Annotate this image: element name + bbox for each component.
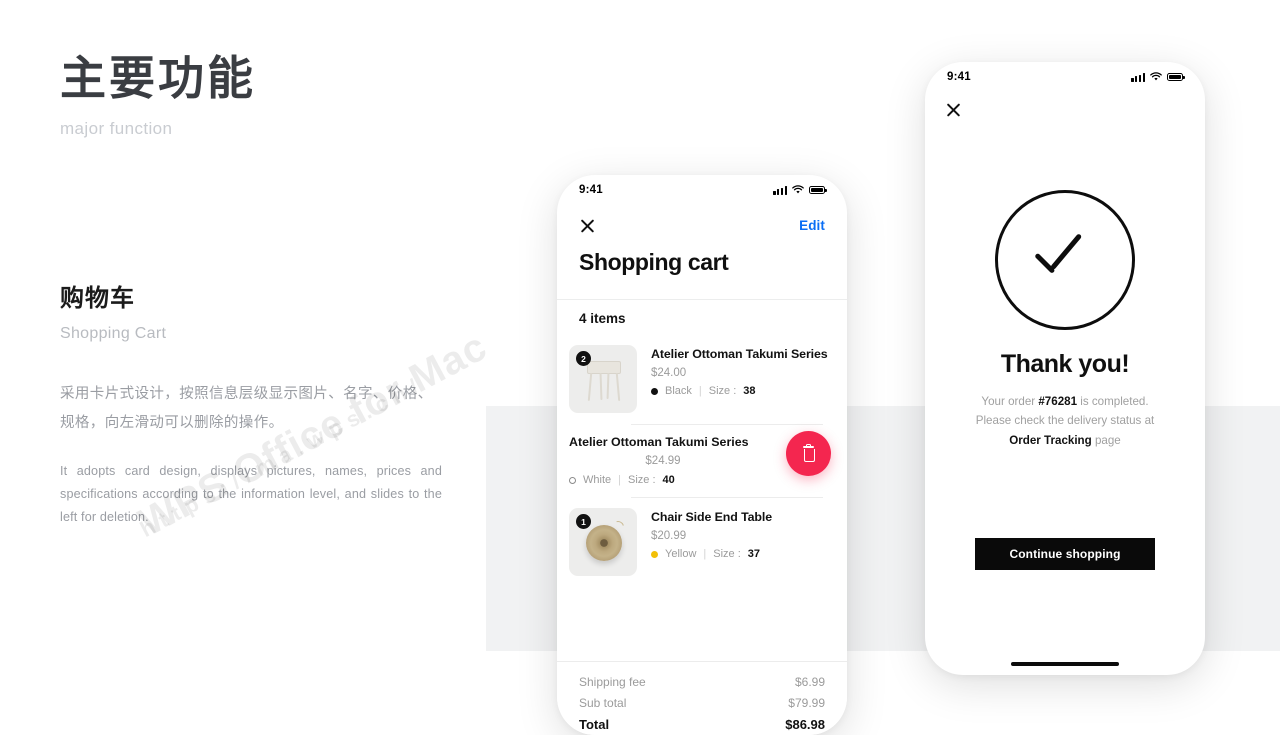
totals-value: $6.99 [794,675,825,689]
page-heading-block: 主要功能 major function [60,52,460,139]
totals-label: Shipping fee [579,675,646,689]
battery-full-icon [809,185,827,195]
cart-item-row[interactable]: 2 Atelier Ottoman Takumi Series $24.00 B… [557,335,847,425]
product-thumbnail: 1 [569,508,637,576]
signal-bars-icon [773,185,787,195]
attribute-separator: | [703,548,707,560]
product-attributes: Black | Size : 38 [651,385,835,397]
home-indicator [1011,661,1119,666]
page-word-text: page [1091,433,1121,447]
trash-icon [802,443,816,462]
cart-totals-panel: Shipping fee $6.99 Sub total $79.99 Tota… [557,661,847,735]
check-circle-icon [995,190,1135,330]
product-color: Black [665,385,692,397]
cart-navigation-bar: Edit [557,209,847,241]
cart-header-divider [557,299,847,300]
status-time: 9:41 [947,71,971,83]
totals-row-total: Total $86.98 [579,717,825,732]
product-size-label: Size : [627,474,656,486]
cart-item-row[interactable]: 1 Chair Side End Table $20.99 Yellow | S… [557,498,847,576]
phone-mockup-shopping-cart: 9:41 Edit Shopping cart 4 items 2 Atelie… [557,175,847,735]
product-size-value: 40 [662,474,675,486]
color-swatch-icon [651,550,658,558]
close-icon[interactable] [579,217,596,234]
checkmark-icon [1034,240,1096,274]
totals-row-subtotal: Sub total $79.99 [579,696,825,710]
thank-you-message: Your order #76281 is completed. Please c… [949,392,1181,450]
product-thumbnail: 2 [569,345,637,413]
success-illustration [925,190,1205,330]
delivery-status-text: Please check the delivery status at [975,414,1155,428]
order-prefix-text: Your order [981,395,1039,408]
quantity-badge: 2 [576,351,591,366]
product-price: $20.99 [651,530,687,542]
cart-items-count: 4 items [579,311,626,326]
wifi-icon [792,185,804,194]
delete-item-button[interactable] [786,431,831,476]
order-suffix-text: is completed. [1077,395,1149,408]
phone-notch [1004,62,1126,88]
color-swatch-icon [569,476,576,484]
thank-you-title: Thank you! [1000,350,1130,378]
status-icon-group [1131,72,1185,82]
status-icon-group [773,185,827,195]
section-heading-block: 购物车 Shopping Cart [60,278,460,343]
product-color: Yellow [665,548,697,560]
product-size-value: 38 [743,385,756,397]
product-color: White [583,474,612,486]
continue-shopping-button[interactable]: Continue shopping [975,538,1155,570]
wifi-icon [1150,72,1162,81]
close-icon[interactable] [945,100,962,117]
product-size-label: Size : [708,385,737,397]
status-time: 9:41 [579,184,603,196]
edit-button[interactable]: Edit [799,218,825,233]
totals-label: Total [579,717,610,732]
totals-value: $79.99 [788,696,825,710]
section-title: 购物车 [60,285,135,312]
page-title: 主要功能 [60,52,256,104]
thank-you-close-button[interactable] [945,100,962,117]
description-chinese: 采用卡片式设计，按照信息层级显示图片、名字、价格、规格，向左滑动可以删除的操作。 [60,386,433,431]
section-subtitle: Shopping Cart [60,325,167,342]
page-subtitle: major function [60,118,173,138]
description-english: It adopts card design, displays pictures… [60,464,442,524]
phone-notch [639,175,765,201]
product-attributes: White | Size : 40 [569,474,835,486]
totals-value: $86.98 [785,717,825,732]
totals-row-shipping: Shipping fee $6.99 [579,675,825,689]
totals-label: Sub total [579,696,627,710]
product-price: $24.00 [651,367,687,379]
product-size-label: Size : [713,548,741,560]
attribute-separator: | [618,474,621,486]
cart-item-list: 2 Atelier Ottoman Takumi Series $24.00 B… [557,335,847,661]
quantity-badge: 1 [576,514,591,529]
color-swatch-icon [651,387,658,395]
attribute-separator: | [698,385,702,397]
product-name: Chair Side End Table [651,510,773,524]
phone-mockup-thank-you: 9:41 Thank you! Your order #76281 is com… [925,62,1205,675]
product-name: Atelier Ottoman Takumi Series [651,347,828,361]
section-description-block: 采用卡片式设计，按照信息层级显示图片、名字、价格、规格，向左滑动可以删除的操作。… [60,380,442,529]
order-id: #76281 [1038,395,1078,408]
product-size-value: 37 [747,548,761,560]
cart-title: Shopping cart [579,249,729,275]
cart-item-row-swiped[interactable]: Atelier Ottoman Takumi Series $24.99 Whi… [557,425,847,498]
product-attributes: Yellow | Size : 37 [651,548,835,560]
battery-full-icon [1167,72,1185,82]
signal-bars-icon [1131,72,1145,82]
order-tracking-link[interactable]: Order Tracking [1009,434,1091,447]
